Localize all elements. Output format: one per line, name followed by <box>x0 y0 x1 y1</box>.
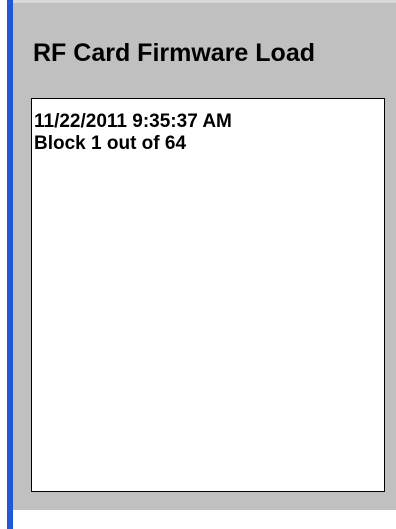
firmware-load-panel: RF Card Firmware Load 11/22/2011 9:35:37… <box>13 0 396 510</box>
status-log-box[interactable]: 11/22/2011 9:35:37 AM Block 1 out of 64 <box>31 98 385 492</box>
log-progress-line: Block 1 out of 64 <box>34 133 187 154</box>
top-divider <box>13 0 396 3</box>
page-title: RF Card Firmware Load <box>33 39 315 67</box>
firmware-load-window: RF Card Firmware Load 11/22/2011 9:35:37… <box>0 0 396 529</box>
log-timestamp-line: 11/22/2011 9:35:37 AM <box>34 111 232 132</box>
bottom-margin <box>13 510 396 529</box>
